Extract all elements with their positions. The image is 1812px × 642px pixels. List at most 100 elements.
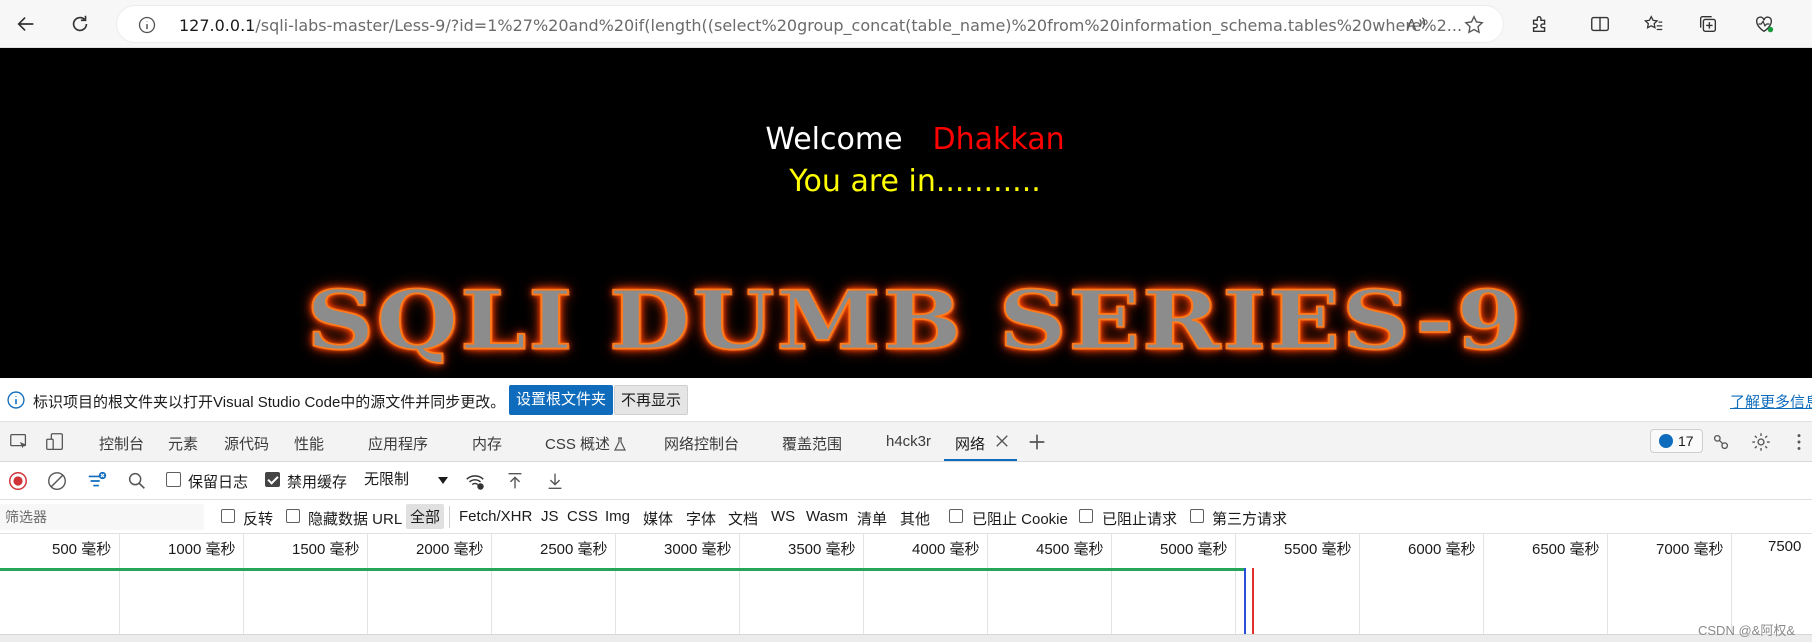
- infobar-message: 标识项目的根文件夹以打开Visual Studio Code中的源文件并同步更改…: [33, 394, 506, 411]
- inspect-element-icon[interactable]: [8, 431, 30, 453]
- preserve-log-checkbox[interactable]: [166, 472, 181, 487]
- tab-css-overview-label: CSS 概述: [545, 436, 611, 453]
- split-screen-button[interactable]: [1582, 6, 1618, 42]
- network-conditions-icon[interactable]: [464, 470, 486, 492]
- url-path: /sqli-labs-master/Less-9/?id=1%27%20and%…: [255, 16, 1463, 35]
- caret-down-icon: [438, 477, 448, 484]
- tab-h4ck3r[interactable]: h4ck3r: [886, 433, 931, 450]
- grid-line: [1111, 534, 1112, 634]
- welcome-text: Welcome: [765, 122, 903, 157]
- dom-content-loaded-marker: [1244, 568, 1246, 640]
- throttling-value: 无限制: [364, 471, 410, 488]
- tab-application[interactable]: 应用程序: [368, 433, 428, 454]
- watermark-text: CSDN @&阿权&: [1698, 623, 1795, 638]
- tab-console[interactable]: 控制台: [99, 433, 144, 454]
- favorites-button[interactable]: [1636, 6, 1672, 42]
- blocked-requests-checkbox[interactable]: [1079, 509, 1093, 523]
- type-filter-doc[interactable]: 文档: [728, 508, 758, 529]
- browser-toolbar: 127.0.0.1/sqli-labs-master/Less-9/?id=1%…: [0, 0, 1812, 48]
- tick-label: 7500: [1768, 538, 1802, 555]
- device-emulation-icon[interactable]: [44, 431, 66, 453]
- type-filter-other[interactable]: 其他: [900, 508, 930, 529]
- blocked-cookies-checkbox[interactable]: [949, 509, 963, 523]
- tick-label: 4000 毫秒: [912, 541, 980, 558]
- tick-label: 5000 毫秒: [1160, 541, 1228, 558]
- search-icon[interactable]: [126, 470, 148, 492]
- type-filter-css[interactable]: CSS: [567, 508, 598, 525]
- export-har-icon[interactable]: [544, 470, 566, 492]
- refresh-button[interactable]: [62, 6, 98, 42]
- throttling-select[interactable]: 无限制: [356, 467, 452, 493]
- issues-badge[interactable]: 17: [1650, 429, 1703, 453]
- learn-more-link[interactable]: 了解更多信息: [1730, 391, 1812, 412]
- webpage-content: Welcome Dhakkan You are in........... SQL…: [0, 48, 1812, 378]
- type-filter-manifest[interactable]: 清单: [857, 508, 887, 529]
- back-button[interactable]: [8, 6, 44, 42]
- heart-pulse-icon: [1755, 16, 1774, 33]
- grid-line: [243, 534, 244, 634]
- filter-input[interactable]: [0, 504, 204, 530]
- filter-icon[interactable]: [86, 470, 108, 492]
- close-tab-icon[interactable]: [993, 432, 1011, 450]
- tab-css-overview[interactable]: CSS 概述: [545, 433, 627, 454]
- type-filter-ws[interactable]: WS: [771, 508, 795, 525]
- type-filter-all[interactable]: 全部: [406, 504, 445, 529]
- more-options-icon[interactable]: [1788, 431, 1810, 453]
- status-text: You are in...........: [789, 164, 1041, 199]
- tick-label: 3500 毫秒: [788, 541, 856, 558]
- connections-icon[interactable]: [1710, 431, 1732, 453]
- network-overview-timeline[interactable]: 500 毫秒 1000 毫秒 1500 毫秒 2000 毫秒 2500 毫秒 3…: [0, 534, 1812, 642]
- username-text: Dhakkan: [932, 122, 1065, 157]
- set-root-folder-button[interactable]: 设置根文件夹: [509, 385, 614, 415]
- active-tab-indicator: [944, 459, 1017, 461]
- site-info-icon[interactable]: [137, 15, 157, 35]
- third-party-checkbox[interactable]: [1190, 509, 1204, 523]
- request-table-header: [0, 634, 1812, 642]
- favorite-star-icon[interactable]: [1463, 14, 1485, 36]
- settings-gear-icon[interactable]: [1750, 431, 1772, 453]
- type-filter-font[interactable]: 字体: [686, 508, 716, 529]
- disable-cache-checkbox[interactable]: [265, 472, 280, 487]
- grid-line: [615, 534, 616, 634]
- clear-icon[interactable]: [46, 470, 68, 492]
- svg-text:A: A: [1407, 18, 1417, 34]
- tab-sources[interactable]: 源代码: [224, 433, 269, 454]
- tick-label: 2000 毫秒: [416, 541, 484, 558]
- grid-line: [1483, 534, 1484, 634]
- tab-performance[interactable]: 性能: [294, 433, 324, 454]
- tab-network[interactable]: 网络: [955, 433, 985, 454]
- banner-text: SQLI DUMB SERIES-9: [305, 273, 1524, 369]
- hide-data-urls-checkbox[interactable]: [286, 509, 300, 523]
- browser-essentials-button[interactable]: [1746, 6, 1782, 42]
- issues-bubble-icon: [1659, 434, 1673, 448]
- type-filter-wasm[interactable]: Wasm: [806, 508, 848, 525]
- tick-label: 2500 毫秒: [540, 541, 608, 558]
- invert-checkbox[interactable]: [221, 509, 235, 523]
- import-har-icon[interactable]: [504, 470, 526, 492]
- collections-button[interactable]: [1690, 6, 1726, 42]
- record-stop-icon[interactable]: [7, 470, 29, 492]
- tab-network-console[interactable]: 网络控制台: [664, 433, 739, 454]
- url-host: 127.0.0.1: [179, 16, 256, 35]
- tick-label: 4500 毫秒: [1036, 541, 1104, 558]
- dont-show-again-button[interactable]: 不再显示: [614, 385, 689, 415]
- disable-cache-label: 禁用缓存: [287, 474, 348, 491]
- address-bar[interactable]: 127.0.0.1/sqli-labs-master/Less-9/?id=1%…: [116, 5, 1504, 43]
- network-toolbar: 保留日志 禁用缓存 无限制: [0, 462, 1812, 500]
- blocked-requests-label: 已阻止请求: [1102, 511, 1178, 528]
- preserve-log-label: 保留日志: [188, 474, 249, 491]
- puzzle-icon: [1532, 16, 1546, 33]
- add-tab-icon[interactable]: [1026, 431, 1048, 453]
- type-filter-img[interactable]: Img: [605, 508, 630, 525]
- tab-coverage[interactable]: 覆盖范围: [782, 433, 842, 454]
- read-aloud-icon[interactable]: A: [1405, 14, 1427, 36]
- extensions-button[interactable]: [1522, 6, 1558, 42]
- type-filter-media[interactable]: 媒体: [643, 508, 673, 529]
- tab-elements[interactable]: 元素: [168, 433, 198, 454]
- tick-label: 6500 毫秒: [1532, 541, 1600, 558]
- type-filter-fetch-xhr[interactable]: Fetch/XHR: [459, 508, 532, 525]
- collections-icon: [1699, 15, 1717, 33]
- grid-line: [863, 534, 864, 634]
- tab-memory[interactable]: 内存: [472, 433, 502, 454]
- type-filter-js[interactable]: JS: [541, 508, 559, 525]
